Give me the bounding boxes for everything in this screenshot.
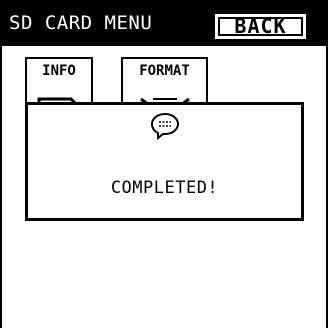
page-title: SD CARD MENU [9, 12, 153, 34]
speech-bubble-icon [150, 112, 180, 141]
sd-card-menu-screen: SD CARD MENU BACK INFO FORMAT COMPLETED! [0, 0, 328, 328]
dialog-message: COMPLETED! [110, 178, 219, 198]
title-bar: SD CARD MENU BACK [0, 0, 328, 46]
frame-left-border [0, 46, 2, 328]
completion-dialog: COMPLETED! [25, 102, 304, 221]
back-button[interactable]: BACK [215, 14, 306, 39]
menu-item-info-label: INFO [42, 63, 76, 79]
menu-item-format-label: FORMAT [139, 63, 190, 79]
